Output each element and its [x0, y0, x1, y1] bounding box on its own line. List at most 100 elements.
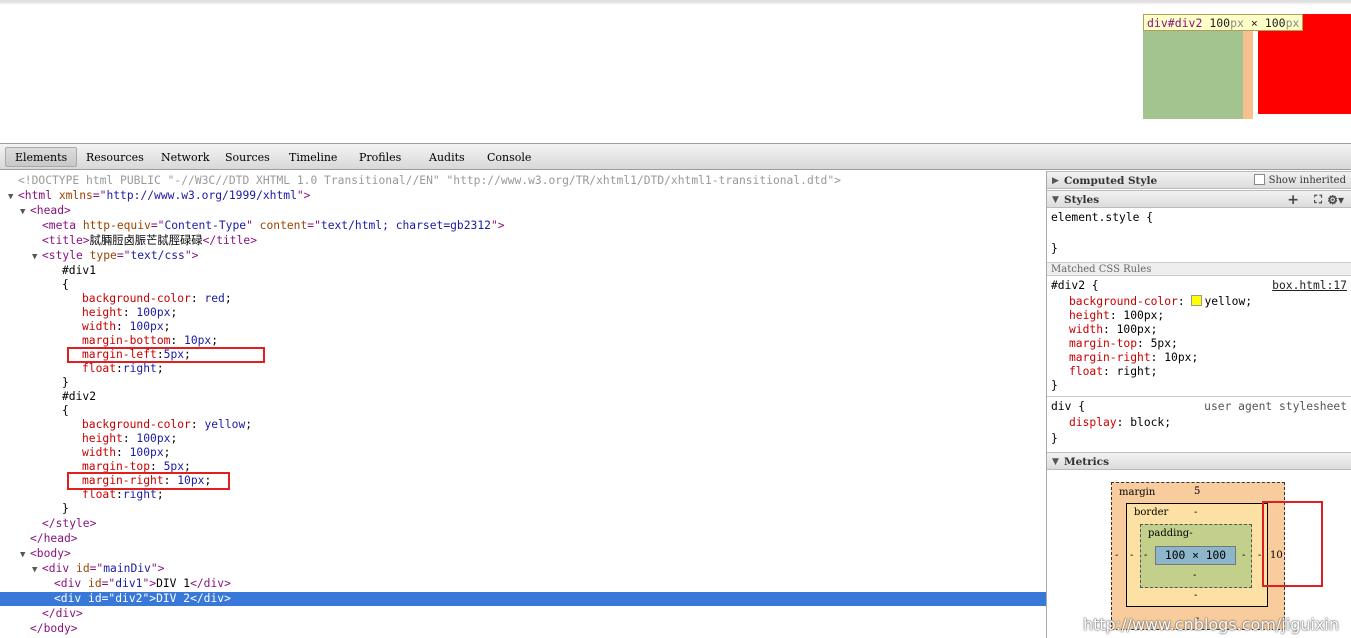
- ua-rule-selector: div {: [1051, 400, 1086, 413]
- tree-maindiv[interactable]: ▼ <div id="mainDiv">: [32, 562, 164, 576]
- margin-top-value[interactable]: 5: [1194, 486, 1200, 497]
- css-selector-div1: #div1: [62, 264, 97, 277]
- padding-right-value[interactable]: -: [1242, 550, 1245, 561]
- expand-triangle-icon[interactable]: ▼: [32, 250, 42, 264]
- tooltip-unit: px: [1230, 16, 1244, 30]
- matched-css-rules-header: Matched CSS Rules: [1047, 262, 1351, 276]
- rule-prop[interactable]: margin-top: 5px;: [1069, 337, 1178, 351]
- expand-triangle-icon[interactable]: ▼: [32, 563, 42, 577]
- tab-audits[interactable]: Audits: [420, 148, 474, 168]
- expand-arrow-icon: ▼: [1052, 195, 1059, 205]
- rule-source-link[interactable]: box.html:17: [1272, 279, 1347, 293]
- elements-tree[interactable]: <!DOCTYPE html PUBLIC "-//W3C//DTD XHTML…: [0, 171, 1046, 638]
- metrics-header[interactable]: ▼ Metrics: [1047, 452, 1351, 470]
- gear-icon[interactable]: ⚙▾: [1327, 191, 1344, 209]
- expand-triangle-icon[interactable]: ▼: [8, 190, 18, 204]
- css-prop-line: width: 100px;: [82, 446, 171, 459]
- tree-div-close[interactable]: </div>: [42, 607, 83, 621]
- rule-close: }: [1051, 379, 1058, 392]
- css-prop-line: float:right;: [82, 362, 164, 375]
- margin-label: margin: [1119, 487, 1156, 498]
- tree-doctype[interactable]: <!DOCTYPE html PUBLIC "-//W3C//DTD XHTML…: [18, 174, 841, 188]
- tab-profiles[interactable]: Profiles: [350, 148, 410, 168]
- tree-head-close[interactable]: </head>: [30, 532, 78, 546]
- css-prop-line: background-color: yellow;: [82, 418, 253, 431]
- rule-prop[interactable]: height: 100px;: [1069, 309, 1164, 323]
- div2-highlight-content: [1143, 30, 1243, 119]
- element-state-icon[interactable]: ⛶: [1314, 191, 1322, 209]
- show-inherited-toggle[interactable]: Show inherited: [1254, 172, 1346, 190]
- tooltip-tag: div#div2: [1147, 16, 1203, 30]
- rule-prop[interactable]: width: 100px;: [1069, 323, 1157, 337]
- css-close-brace: }: [62, 376, 69, 389]
- watermark: http://www.cnblogs.com/jiguixin: [1082, 615, 1339, 634]
- page-viewport: div#div2 100px × 100px: [0, 0, 1351, 143]
- tooltip-times: ×: [1250, 16, 1258, 30]
- element-tooltip: div#div2 100px × 100px: [1143, 14, 1304, 31]
- div2-highlight-margin: [1243, 30, 1253, 119]
- viewport-shadow: [0, 1, 1351, 5]
- box-model-border: border - - - - padding- - - - 100 × 100: [1126, 503, 1268, 607]
- ua-rule-close: }: [1051, 432, 1058, 445]
- annotation-box-margin-right-metric: [1262, 501, 1323, 587]
- css-selector-div2: #div2: [62, 390, 97, 403]
- tooltip-unit-2: px: [1285, 16, 1300, 30]
- ua-rule-source: user agent stylesheet: [1204, 400, 1347, 413]
- css-prop-line: margin-bottom: 10px;: [82, 334, 219, 347]
- border-left-value[interactable]: -: [1130, 550, 1133, 561]
- padding-left-value[interactable]: -: [1144, 550, 1147, 561]
- tab-network[interactable]: Network: [152, 148, 219, 168]
- padding-bottom-value[interactable]: -: [1193, 570, 1196, 581]
- rule-divider: [1047, 396, 1351, 397]
- border-bottom-value[interactable]: -: [1194, 590, 1197, 601]
- annotation-box-margin-right: [67, 472, 230, 490]
- margin-left-value[interactable]: -: [1115, 550, 1118, 561]
- tree-style[interactable]: ▼ <style type="text/css">: [32, 249, 198, 263]
- css-open-brace: {: [62, 404, 69, 417]
- border-label: border: [1134, 507, 1169, 518]
- expand-triangle-icon[interactable]: ▼: [20, 205, 30, 219]
- tooltip-width: 100: [1209, 16, 1231, 30]
- tab-sources[interactable]: Sources: [216, 148, 279, 168]
- element-style-selector[interactable]: element.style {: [1051, 211, 1153, 225]
- tree-head[interactable]: ▼ <head>: [20, 204, 71, 218]
- color-swatch-icon[interactable]: [1191, 295, 1203, 306]
- collapse-arrow-icon: ▶: [1052, 176, 1059, 186]
- expand-arrow-icon: ▼: [1052, 457, 1059, 467]
- tree-body-close[interactable]: </body>: [30, 622, 78, 636]
- tab-elements[interactable]: Elements: [5, 147, 78, 167]
- styles-sidebar: ▶ Computed Style Show inherited ▼ Styles +…: [1046, 171, 1351, 638]
- css-prop-line: height: 100px;: [82, 306, 178, 319]
- tree-title[interactable]: <title>脦脼脰卤脤芒脦脛碌碌</title>: [42, 234, 257, 248]
- add-rule-icon[interactable]: +: [1287, 191, 1299, 209]
- css-close-brace: }: [62, 502, 69, 515]
- tree-body[interactable]: ▼ <body>: [20, 547, 71, 561]
- box-model-content[interactable]: 100 × 100: [1155, 546, 1236, 565]
- tab-timeline[interactable]: Timeline: [280, 148, 346, 168]
- css-prop-line: background-color: red;: [82, 292, 232, 305]
- tab-console[interactable]: Console: [478, 148, 540, 168]
- expand-triangle-icon[interactable]: ▼: [20, 548, 30, 562]
- border-top-value[interactable]: -: [1194, 507, 1197, 518]
- css-prop-line: width: 100px;: [82, 320, 171, 333]
- css-prop-line: height: 100px;: [82, 432, 178, 445]
- padding-label: padding-: [1148, 528, 1193, 539]
- tab-resources[interactable]: Resources: [77, 148, 153, 168]
- box-model-margin: margin 5 - 10 - border - - - - padding- …: [1111, 482, 1285, 630]
- tree-html[interactable]: ▼ <html xmlns="http://www.w3.org/1999/xht…: [8, 189, 310, 203]
- tree-div1[interactable]: <div id="div1">DIV 1</div>: [54, 577, 231, 591]
- tree-meta[interactable]: <meta http-equiv="Content-Type" content=…: [42, 219, 505, 233]
- rule-selector[interactable]: #div2 {: [1051, 279, 1099, 293]
- element-style-close: }: [1051, 242, 1058, 255]
- rule-prop[interactable]: float: right;: [1069, 365, 1157, 379]
- rule-prop[interactable]: margin-right: 10px;: [1069, 351, 1198, 365]
- show-inherited-checkbox[interactable]: [1254, 174, 1266, 185]
- ua-rule-prop: display: block;: [1069, 416, 1172, 429]
- tree-style-close[interactable]: </style>: [42, 517, 96, 531]
- border-right-value[interactable]: -: [1258, 550, 1261, 561]
- box-model-padding: padding- - - - 100 × 100: [1140, 524, 1252, 588]
- rule-prop[interactable]: background-color: yellow;: [1069, 295, 1252, 309]
- tree-div2-selected[interactable]: <div id="div2">DIV 2</div>: [0, 592, 1046, 606]
- computed-style-header[interactable]: ▶ Computed Style Show inherited: [1047, 171, 1351, 189]
- styles-header[interactable]: ▼ Styles + ⛶ ⚙▾: [1047, 190, 1351, 208]
